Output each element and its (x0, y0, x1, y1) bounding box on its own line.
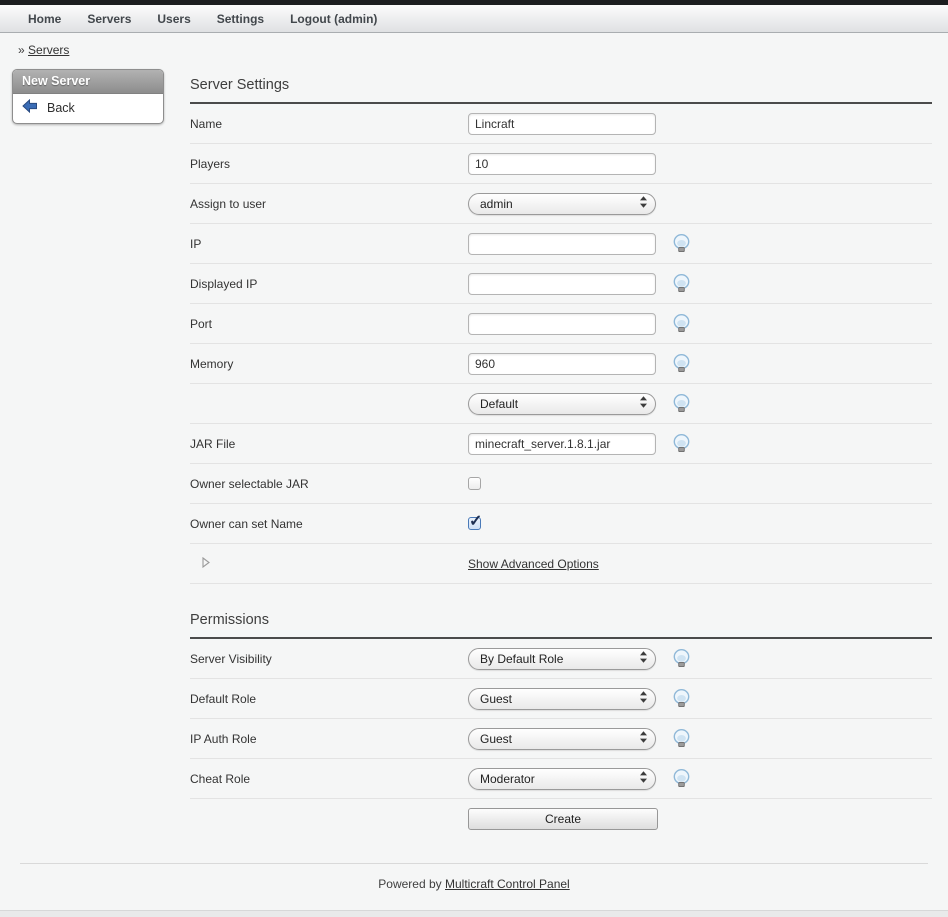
nav-servers[interactable]: Servers (87, 12, 131, 26)
form-row-memory: Memory (190, 344, 932, 384)
field-label: Name (190, 117, 468, 131)
form-row-server-visibility: Server Visibility By Default Role (190, 639, 932, 679)
bulb-icon[interactable] (673, 729, 690, 748)
field-label: Owner can set Name (190, 517, 468, 531)
sidebar: New Server Back (0, 64, 180, 124)
form-row-assign-to-user: Assign to user admin (190, 184, 932, 224)
cheat-role-select[interactable]: Moderator (468, 768, 656, 790)
default-role-select[interactable]: Guest (468, 688, 656, 710)
memory-input[interactable] (468, 353, 656, 375)
server-visibility-select[interactable]: By Default Role (468, 648, 656, 670)
show-advanced-options-link[interactable]: Show Advanced Options (468, 557, 599, 571)
field-label: JAR File (190, 437, 468, 451)
players-input[interactable] (468, 153, 656, 175)
breadcrumb: » Servers (0, 33, 948, 64)
nav-users[interactable]: Users (157, 12, 190, 26)
widget-title: New Server (13, 70, 163, 94)
form-row-owner-selectable-jar: Owner selectable JAR (190, 464, 932, 504)
up-down-arrows-icon (639, 730, 648, 747)
bulb-icon[interactable] (673, 354, 690, 373)
up-down-arrows-icon (639, 195, 648, 212)
nav-settings[interactable]: Settings (217, 12, 264, 26)
select-value: Moderator (480, 772, 535, 786)
content-layout: New Server Back Server Settings Name (0, 64, 948, 843)
bulb-icon[interactable] (673, 234, 690, 253)
bulb-icon[interactable] (673, 314, 690, 333)
sidebar-item-label: Back (47, 101, 75, 115)
footer: Powered by Multicraft Control Panel (20, 863, 928, 917)
up-down-arrows-icon (639, 395, 648, 412)
ip-input[interactable] (468, 233, 656, 255)
multicraft-page: Home Servers Users Settings Logout (admi… (0, 0, 948, 917)
form-row-submit: Create (190, 799, 932, 843)
footer-text: Powered by (378, 877, 441, 891)
select-value: Guest (480, 692, 512, 706)
select-value: Default (480, 397, 518, 411)
bulb-icon[interactable] (673, 649, 690, 668)
form-row-cheat-role: Cheat Role Moderator (190, 759, 932, 799)
bulb-icon[interactable] (673, 274, 690, 293)
owner-can-set-name-checkbox[interactable] (468, 517, 481, 530)
port-input[interactable] (468, 313, 656, 335)
footer-link-multicraft[interactable]: Multicraft Control Panel (445, 877, 570, 891)
sidebar-item-back[interactable]: Back (13, 94, 163, 123)
assign-to-user-select[interactable]: admin (468, 193, 656, 215)
field-label: Displayed IP (190, 277, 468, 291)
new-server-widget: New Server Back (12, 69, 164, 124)
bulb-icon[interactable] (673, 394, 690, 413)
select-value: admin (480, 197, 513, 211)
up-down-arrows-icon (639, 650, 648, 667)
nav-logout[interactable]: Logout (admin) (290, 12, 377, 26)
select-value: By Default Role (480, 652, 563, 666)
jar-file-input[interactable] (468, 433, 656, 455)
form-row-advanced-options: Show Advanced Options (190, 544, 932, 584)
create-button[interactable]: Create (468, 808, 658, 830)
memory-unit-select[interactable]: Default (468, 393, 656, 415)
name-input[interactable] (468, 113, 656, 135)
top-navbar: Home Servers Users Settings Logout (admi… (0, 5, 948, 33)
section-title-permissions: Permissions (190, 584, 932, 639)
ip-auth-role-select[interactable]: Guest (468, 728, 656, 750)
triangle-right-icon[interactable] (202, 557, 210, 568)
nav-home[interactable]: Home (28, 12, 61, 26)
form-row-port: Port (190, 304, 932, 344)
form-row-memory-unit: Default (190, 384, 932, 424)
form-row-ip: IP (190, 224, 932, 264)
field-label: IP Auth Role (190, 732, 468, 746)
field-label: Owner selectable JAR (190, 477, 468, 491)
form-row-owner-can-set-name: Owner can set Name (190, 504, 932, 544)
form-row-players: Players (190, 144, 932, 184)
displayed-ip-input[interactable] (468, 273, 656, 295)
bottom-edge-strip (0, 910, 948, 917)
field-label: Cheat Role (190, 772, 468, 786)
server-settings-form: Server Settings Name Players Assign to u… (180, 64, 948, 843)
bulb-icon[interactable] (673, 434, 690, 453)
form-row-jar-file: JAR File (190, 424, 932, 464)
form-row-default-role: Default Role Guest (190, 679, 932, 719)
up-down-arrows-icon (639, 690, 648, 707)
bulb-icon[interactable] (673, 769, 690, 788)
field-label: Port (190, 317, 468, 331)
bulb-icon[interactable] (673, 689, 690, 708)
section-title-server-settings: Server Settings (190, 64, 932, 104)
breadcrumb-link-servers[interactable]: Servers (28, 43, 69, 57)
select-value: Guest (480, 732, 512, 746)
owner-selectable-jar-checkbox[interactable] (468, 477, 481, 490)
field-label: Players (190, 157, 468, 171)
field-label: Assign to user (190, 197, 468, 211)
form-row-name: Name (190, 104, 932, 144)
form-row-ip-auth-role: IP Auth Role Guest (190, 719, 932, 759)
arrow-left-icon (22, 99, 38, 116)
field-label: Default Role (190, 692, 468, 706)
field-label: Memory (190, 357, 468, 371)
field-label: IP (190, 237, 468, 251)
up-down-arrows-icon (639, 770, 648, 787)
field-label: Server Visibility (190, 652, 468, 666)
breadcrumb-separator: » (18, 43, 25, 57)
form-row-displayed-ip: Displayed IP (190, 264, 932, 304)
